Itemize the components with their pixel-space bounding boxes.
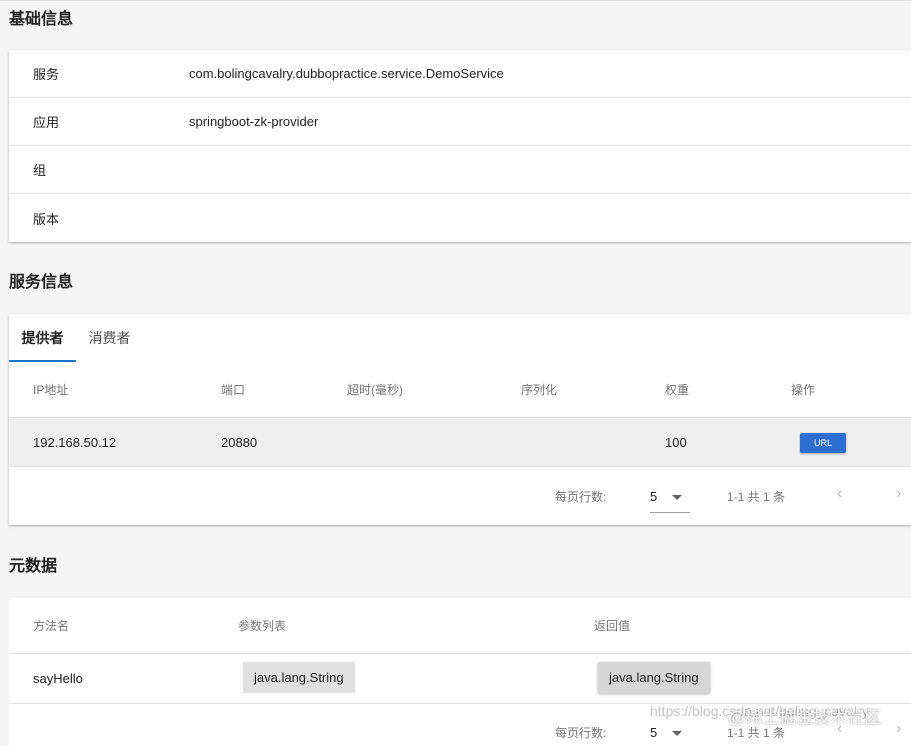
section-title-service: 服务信息 [9,274,74,291]
info-key: 服务 [33,67,60,82]
tab-consumers[interactable]: 消费者 [76,314,143,362]
info-row-application: 应用 springboot-zk-provider [9,98,911,146]
pagination-footer: 每页行数: 5 1-1 共 1 条 ‹ › [9,467,911,525]
chevron-right-icon[interactable]: › [896,720,901,738]
info-row-version: 版本 [9,194,911,242]
rows-per-page-label: 每页行数: [555,726,607,740]
info-key: 应用 [33,115,60,130]
column-header-method[interactable]: 方法名 [33,598,69,654]
chevron-left-icon[interactable]: ‹ [837,485,842,503]
tab-providers[interactable]: 提供者 [9,314,76,362]
info-key: 组 [33,163,47,178]
column-header-action: 操作 [791,383,816,397]
cell-weight: 100 [665,435,687,450]
meta-table-header: 方法名 参数列表 返回值 [9,598,911,654]
top-divider [0,0,911,1]
info-key: 版本 [33,211,60,227]
rows-per-page-label: 每页行数: [555,490,607,504]
column-header-params[interactable]: 参数列表 [238,598,286,654]
basic-info-card: 服务 com.bolingcavalry.dubbopractice.servi… [9,50,911,242]
return-type-chip[interactable]: java.lang.String [598,662,710,693]
column-header-port[interactable]: 端口 [221,362,245,418]
column-header-serialization[interactable]: 序列化 [521,362,557,418]
table-row: sayHello java.lang.String java.lang.Stri… [9,654,911,704]
info-row-group: 组 [9,146,911,194]
info-row-service: 服务 com.bolingcavalry.dubbopractice.servi… [9,50,911,98]
cell-method: sayHello [33,671,83,686]
param-type-chip[interactable]: java.lang.String [243,662,355,693]
cell-ip: 192.168.50.12 [33,435,117,450]
tab-bar: 提供者 消费者 [9,314,911,362]
column-header-timeout[interactable]: 超时(毫秒) [347,362,403,418]
info-value: com.bolingcavalry.dubbopractice.service.… [189,66,504,81]
watermark-brand: @稀土掘金技术社区 [728,708,882,727]
column-header-ip[interactable]: IP地址 [33,362,68,418]
column-header-returns[interactable]: 返回值 [594,598,630,654]
section-title-basic: 基础信息 [9,11,74,28]
section-title-meta: 元数据 [9,558,58,575]
info-value: springboot-zk-provider [189,114,319,129]
caret-down-icon [672,731,682,736]
rows-per-page-select[interactable]: 5 [650,487,690,513]
service-info-card: 提供者 消费者 IP地址 端口 超时(毫秒) 序列化 权重 操作 192.168… [9,314,911,525]
cell-port: 20880 [221,435,258,450]
caret-down-icon [672,495,682,500]
table-row: 192.168.50.12 20880 100 URL [9,418,911,467]
column-header-weight[interactable]: 权重 [665,362,689,418]
pagination-range: 1-1 共 1 条 [727,490,786,504]
rows-per-page-select[interactable]: 5 [650,723,690,746]
provider-table-header: IP地址 端口 超时(毫秒) 序列化 权重 操作 [9,362,911,418]
rows-per-page-value: 5 [650,725,658,740]
chevron-right-icon[interactable]: › [896,485,901,503]
url-button[interactable]: URL [800,433,846,453]
rows-per-page-value: 5 [650,489,658,504]
